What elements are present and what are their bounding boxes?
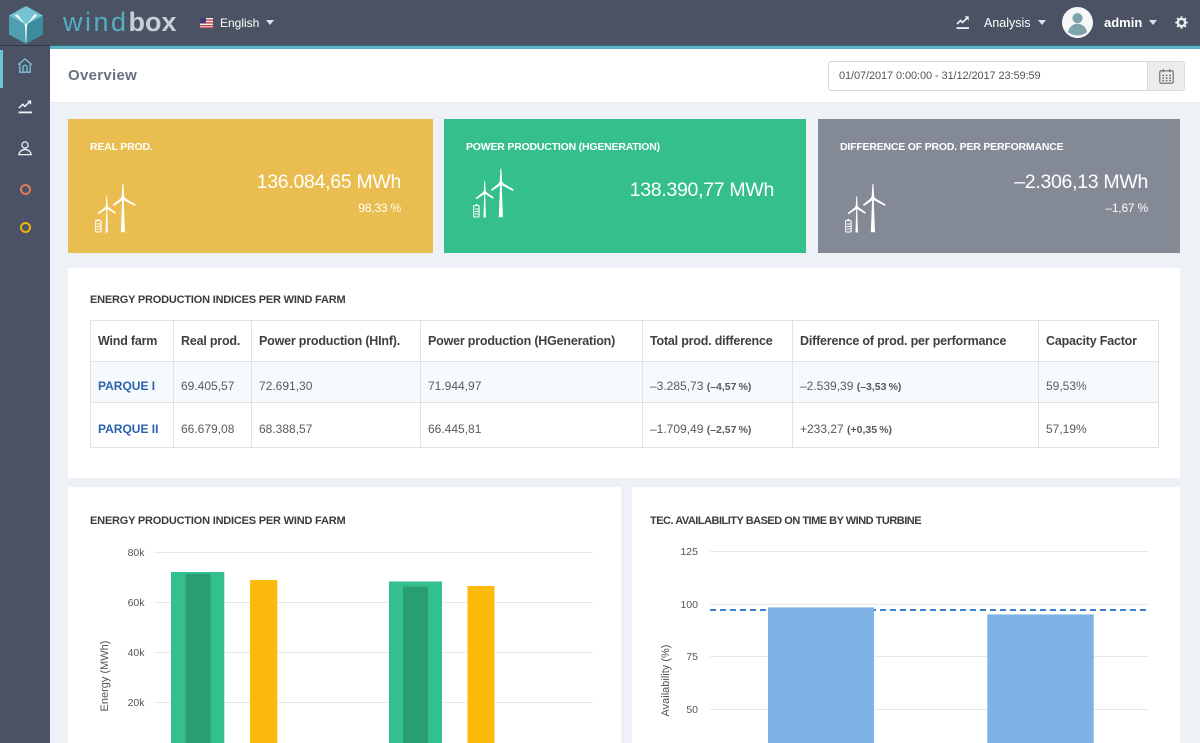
svg-text:Availability (%): Availability (%) xyxy=(660,645,672,717)
svg-text:100: 100 xyxy=(680,599,698,611)
svg-text:60k: 60k xyxy=(128,597,146,609)
svg-text:80k: 80k xyxy=(128,547,146,559)
svg-text:125: 125 xyxy=(680,546,698,558)
svg-text:40k: 40k xyxy=(128,647,146,659)
svg-text:Energy (MWh): Energy (MWh) xyxy=(99,641,111,712)
svg-text:75: 75 xyxy=(686,651,698,663)
svg-text:20k: 20k xyxy=(128,697,146,709)
svg-text:50: 50 xyxy=(686,704,698,716)
